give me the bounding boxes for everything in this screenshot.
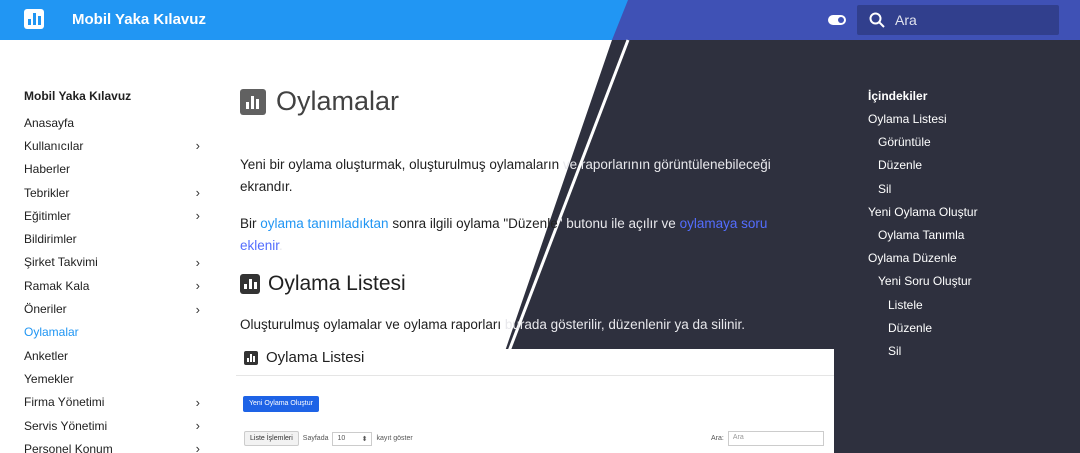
toc-item[interactable]: Sil: [868, 343, 1068, 366]
chevron-right-icon[interactable]: ›: [196, 302, 204, 317]
chevron-right-icon[interactable]: ›: [196, 395, 204, 410]
logo-icon[interactable]: [24, 9, 44, 29]
chevron-right-icon[interactable]: ›: [196, 138, 204, 153]
toc-item[interactable]: Görüntüle: [868, 134, 1068, 157]
sidebar-item-label: Şirket Takvimi: [24, 255, 98, 270]
sidebar-item[interactable]: Bildirimler: [24, 227, 204, 250]
screenshot-list-controls: Liste İşlemleri Sayfada 10 ⬍ kayıt göster: [244, 431, 413, 446]
intro-text-a: Yeni bir oylama oluşturmak, oluşturulmuş…: [240, 157, 563, 172]
table-of-contents: İçindekiler Oylama Listesi Görüntüle Düzen…: [868, 88, 1068, 366]
dark-mode-toggle-icon[interactable]: [828, 15, 846, 25]
screenshot-title-text: Oylama Listesi: [266, 349, 365, 366]
screenshot-search-label: Ara:: [711, 435, 724, 442]
sidebar-item[interactable]: Anasayfa: [24, 111, 204, 134]
toc-item[interactable]: Sil: [868, 181, 1068, 204]
records-label: kayıt göster: [376, 435, 413, 442]
new-poll-button: Yeni Oylama Oluştur: [243, 396, 319, 412]
sidebar-item-label: Bildirimler: [24, 232, 77, 247]
toc-item[interactable]: Düzenle: [868, 320, 1068, 343]
sidebar-item[interactable]: Şirket Takvimi ›: [24, 251, 204, 274]
p2-text-c: " butonu ile açılır ve: [557, 216, 680, 231]
sidebar-item-label: Kullanıcılar: [24, 138, 84, 153]
info-paragraph: Bir oylama tanımladıktan sonra ilgili oy…: [240, 213, 800, 257]
page-title: Oylamalar: [240, 86, 399, 117]
sidebar-item[interactable]: Firma Yönetimi ›: [24, 391, 204, 414]
sidebar-item-label: Personel Konum: [24, 441, 113, 453]
sidebar-item-label: Anasayfa: [24, 115, 75, 130]
sidebar-item[interactable]: Eğitimler ›: [24, 204, 204, 227]
chevron-right-icon[interactable]: ›: [196, 418, 204, 433]
toc-item[interactable]: Oylama Tanımla: [868, 227, 1068, 250]
sidebar-item[interactable]: Öneriler ›: [24, 297, 204, 320]
sidebar-item-label: Tebrikler: [24, 185, 70, 200]
chevron-right-icon[interactable]: ›: [196, 208, 204, 223]
sidebar-item[interactable]: Yemekler: [24, 367, 204, 390]
p2-text-b: sonra ilgili oylama "Düzenle: [388, 216, 558, 231]
toc-title: İçindekiler: [868, 89, 928, 103]
sidebar-item[interactable]: Haberler: [24, 158, 204, 181]
toc-item[interactable]: Listele: [868, 297, 1068, 320]
section-title-text: Oylama Listesi: [268, 272, 406, 295]
sidebar-item[interactable]: Servis Yönetimi ›: [24, 414, 204, 437]
screenshot-search-input: Ara: [727, 431, 824, 446]
chevron-right-icon[interactable]: ›: [196, 255, 204, 270]
sidebar-item[interactable]: Tebrikler ›: [24, 181, 204, 204]
screenshot-search: Ara: Ara: [711, 431, 824, 446]
nav-title: Mobil Yaka Kılavuz: [24, 89, 132, 103]
section-title: Oylama Listesi: [240, 272, 406, 296]
list-ops-button: Liste İşlemleri: [244, 431, 299, 446]
page-title-text: Oylamalar: [276, 86, 400, 116]
chevron-right-icon[interactable]: ›: [196, 441, 204, 453]
chevron-right-icon[interactable]: ›: [196, 185, 204, 200]
sidebar-item-label: Firma Yönetimi: [24, 395, 105, 410]
p2-text-d: .: [279, 238, 283, 253]
toc-item[interactable]: Oylama Düzenle: [868, 250, 1068, 273]
page-size-select: 10 ⬍: [332, 431, 373, 446]
toc-item[interactable]: Yeni Soru Oluştur: [868, 273, 1068, 296]
toc-item[interactable]: Oylama Listesi: [868, 111, 1068, 134]
screenshot-divider: [236, 375, 834, 376]
toc-item[interactable]: Düzenle: [868, 157, 1068, 180]
poll-icon: [244, 350, 258, 365]
intro-text-b: ve raporlarının görüntülenebileceği: [562, 157, 771, 172]
p3-text-b: burada gösterilir, düzenlenir ya da sili…: [504, 317, 745, 332]
define-poll-link[interactable]: oylama tanımladıktan: [260, 216, 388, 231]
sidebar-item[interactable]: Personel Konum ›: [24, 437, 204, 453]
p2-text-a: Bir: [240, 216, 261, 231]
sidebar-item-label: Haberler: [24, 162, 71, 177]
sidebar-item[interactable]: Anketler: [24, 344, 204, 367]
search-input[interactable]: [895, 5, 1050, 35]
page-label: Sayfada: [302, 435, 329, 442]
chevron-right-icon[interactable]: ›: [196, 278, 204, 293]
poll-icon: [240, 88, 266, 115]
sidebar-item-label: Servis Yönetimi: [24, 418, 108, 433]
sidebar-item-label: Yemekler: [24, 371, 74, 386]
p3-text-a: Oluşturulmuş oylamalar ve oylama raporla…: [240, 317, 505, 332]
site-title[interactable]: Mobil Yaka Kılavuz: [72, 11, 206, 28]
intro-text-c: ekrandır.: [240, 179, 293, 194]
intro-paragraph: Yeni bir oylama oluşturmak, oluşturulmuş…: [240, 154, 800, 198]
sidebar-item-label: Anketler: [24, 348, 69, 363]
sidebar-item-label: Eğitimler: [24, 208, 71, 223]
page-size-value: 10: [337, 434, 346, 442]
sidebar-nav: Mobil Yaka Kılavuz Anasayfa Kullanıcılar ›…: [24, 88, 204, 453]
sidebar-item[interactable]: Oylamalar: [24, 321, 204, 344]
screenshot-title: Oylama Listesi: [244, 349, 364, 366]
poll-list-screenshot: Oylama Listesi Yeni Oylama Oluştur Liste…: [236, 349, 834, 453]
search-icon: [869, 12, 885, 28]
select-arrow-icon: ⬍: [361, 435, 368, 443]
toc-item[interactable]: Yeni Oylama Oluştur: [868, 204, 1068, 227]
sidebar-item-label: Öneriler: [24, 302, 67, 317]
sidebar-item[interactable]: Ramak Kala ›: [24, 274, 204, 297]
poll-icon: [240, 274, 260, 294]
list-paragraph: Oluşturulmuş oylamalar ve oylama raporla…: [240, 314, 800, 336]
sidebar-item[interactable]: Kullanıcılar ›: [24, 134, 204, 157]
sidebar-item-label: Ramak Kala: [24, 278, 90, 293]
sidebar-item-label: Oylamalar: [24, 325, 79, 340]
search-box[interactable]: [857, 5, 1059, 35]
